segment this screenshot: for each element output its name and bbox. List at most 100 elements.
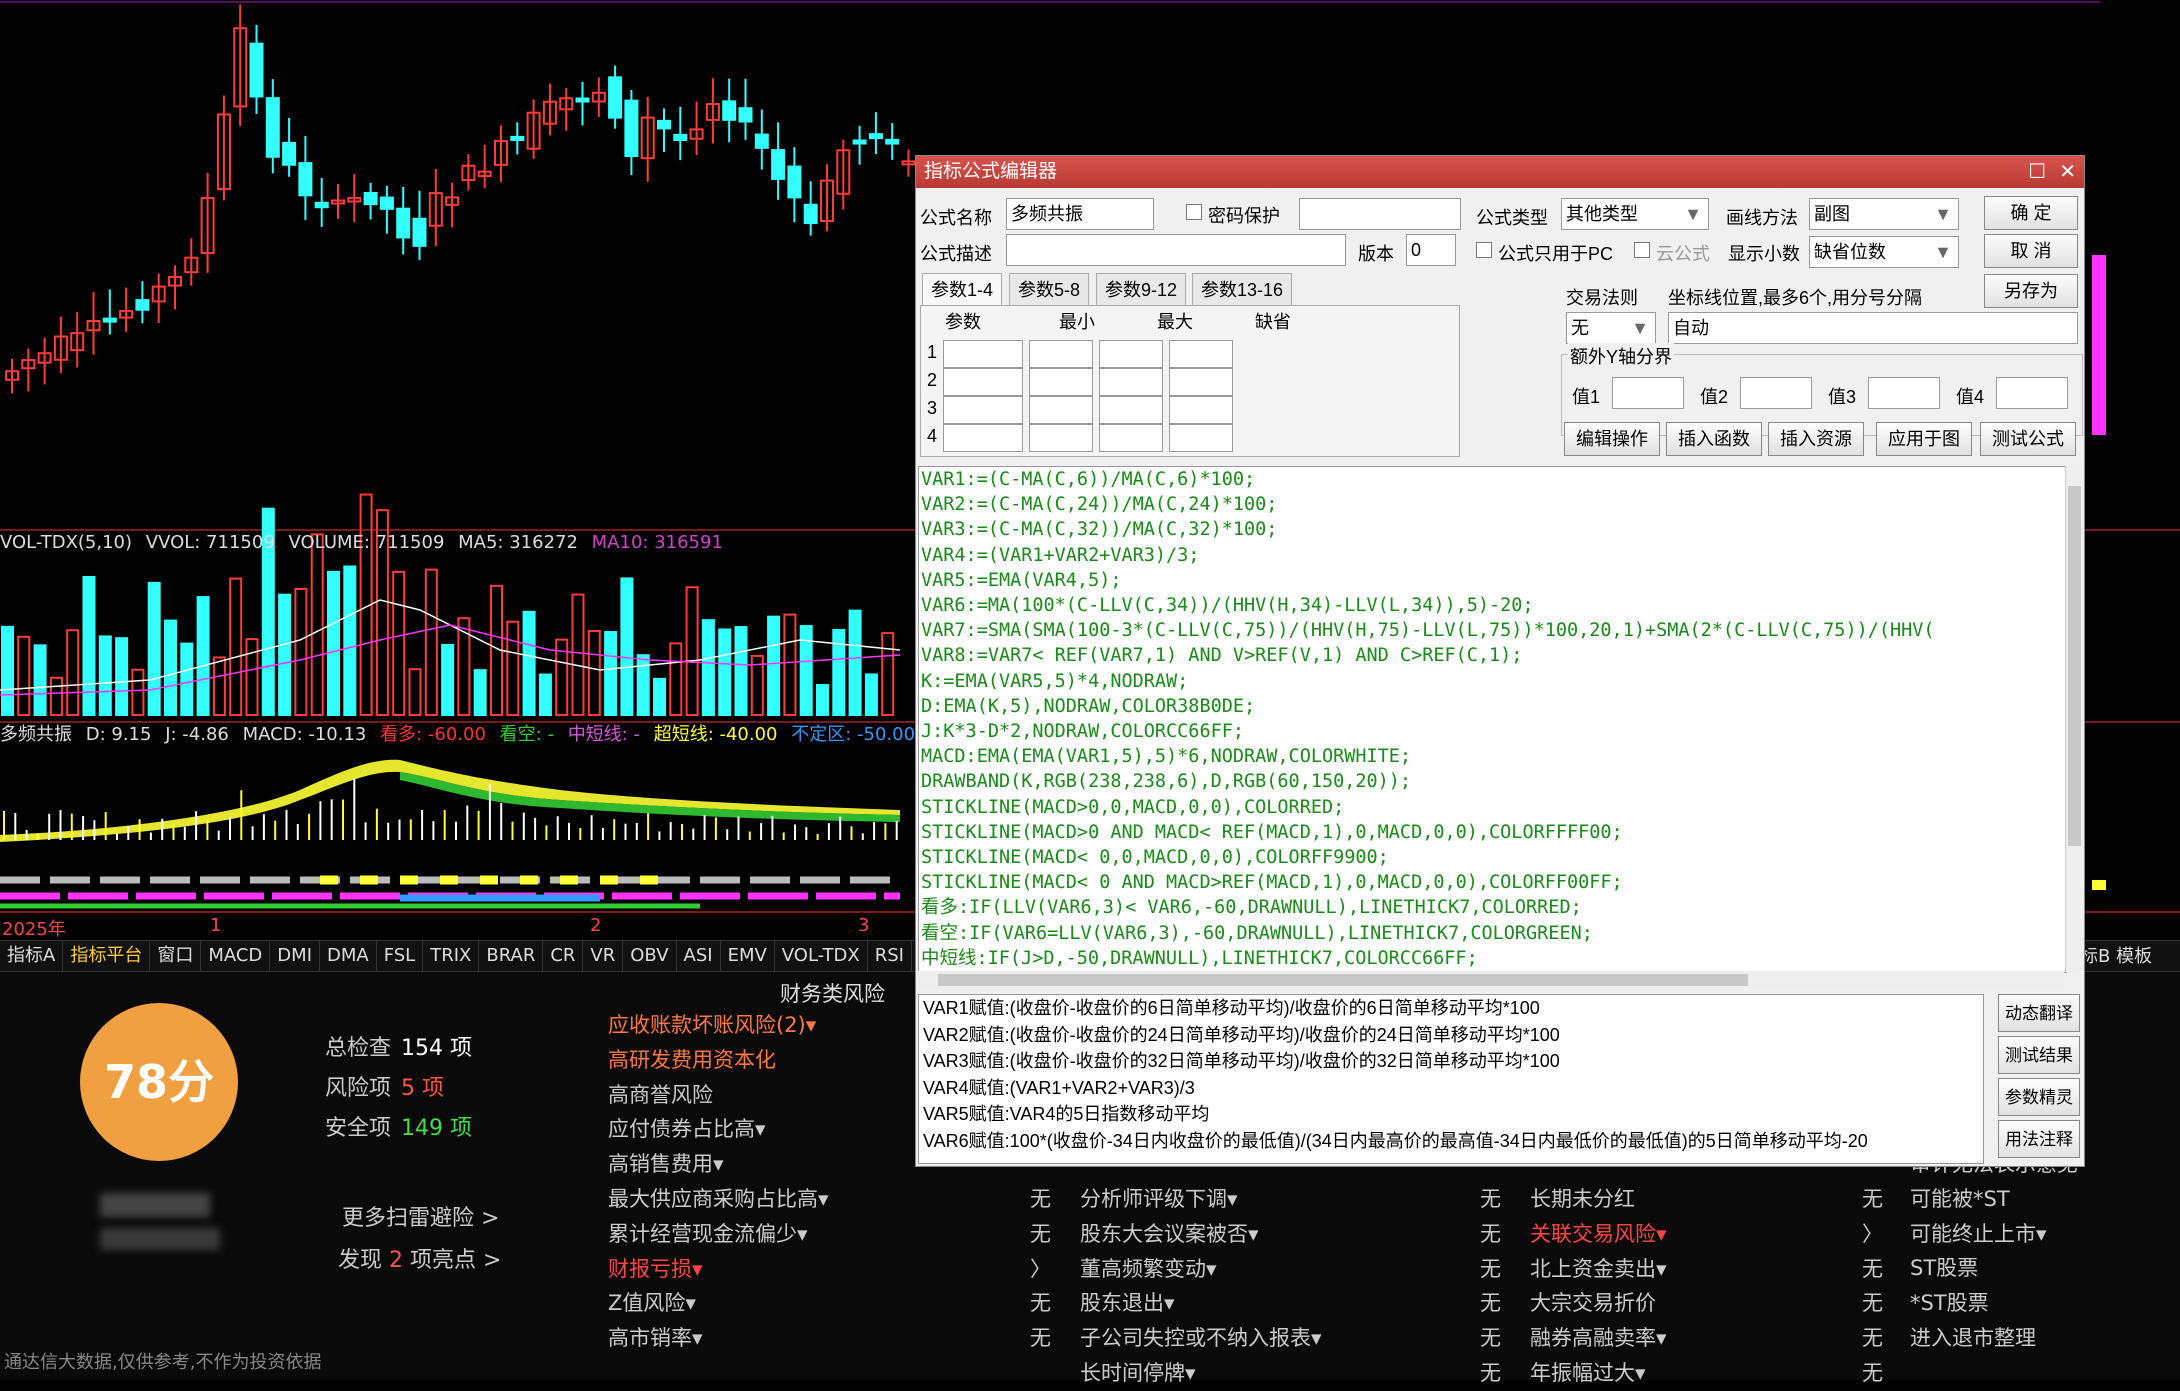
draw-method-select[interactable]: 副图 ▼ [1809, 198, 1959, 230]
col4-item[interactable]: *ST股票 [1910, 1286, 2078, 1321]
usage-notes-button[interactable]: 用法注释 [1998, 1120, 2080, 1158]
cancel-button[interactable]: 取 消 [1984, 234, 2078, 268]
dialog-titlebar[interactable]: 指标公式编辑器 ☐ ✕ [916, 156, 2084, 188]
tab-trix[interactable]: TRIX [423, 941, 480, 971]
maximize-icon[interactable]: ☐ [2028, 156, 2046, 188]
col2v-item[interactable]: 无 [1480, 1321, 1501, 1356]
col1-item[interactable]: 高市销率▾ [608, 1321, 829, 1356]
highlights-link[interactable]: 发现 2 项亮点 > [338, 1242, 501, 1274]
col1-item[interactable]: 应收账款坏账风险(2)▾ [608, 1008, 829, 1043]
col3v-item[interactable]: 〉 [1862, 1217, 1883, 1252]
param-cell[interactable] [1099, 424, 1163, 452]
param-cell[interactable] [1169, 368, 1233, 396]
col1-item[interactable]: 累计经营现金流偏少▾ [608, 1217, 829, 1252]
param-cell[interactable] [1099, 368, 1163, 396]
scrollbar-thumb[interactable] [938, 974, 1748, 986]
col4-item[interactable]: 进入退市整理 [1910, 1321, 2078, 1356]
col3v-item[interactable]: 无 [1862, 1321, 1883, 1356]
coord-line-input[interactable]: 自动 [1668, 312, 2078, 344]
col1-item[interactable]: 财报亏损▾ [608, 1252, 829, 1287]
tab-emv[interactable]: EMV [721, 941, 775, 971]
col1v-item[interactable]: 无 [1030, 1217, 1051, 1252]
formula-type-select[interactable]: 其他类型 ▼ [1561, 198, 1709, 230]
col2v-item[interactable]: 无 [1480, 1217, 1501, 1252]
col1-item[interactable]: 最大供应商采购占比高▾ [608, 1182, 829, 1217]
col2-item[interactable]: 董高频繁变动▾ [1080, 1252, 1322, 1287]
insert-function-button[interactable]: 插入函数 [1666, 422, 1762, 456]
col2v-item[interactable]: 无 [1480, 1286, 1501, 1321]
col1-item[interactable]: 高研发费用资本化 [608, 1043, 829, 1078]
apply-to-chart-button[interactable]: 应用于图 [1876, 422, 1972, 456]
param-cell[interactable] [1029, 368, 1093, 396]
col1-item[interactable]: 高商誉风险 [608, 1078, 829, 1113]
col3-item[interactable]: 长期未分红 [1530, 1182, 1667, 1217]
decimal-select[interactable]: 缺省位数 ▼ [1809, 236, 1959, 268]
param-cell[interactable] [943, 340, 1023, 368]
password-checkbox[interactable] [1186, 204, 1202, 220]
param-cell[interactable] [1029, 424, 1093, 452]
col3v-item[interactable]: 无 [1862, 1252, 1883, 1287]
col4-item[interactable]: ST股票 [1910, 1251, 2078, 1286]
code-horizontal-scrollbar[interactable] [918, 971, 2064, 989]
col3-item[interactable]: 关联交易风险▾ [1530, 1217, 1667, 1252]
test-formula-button[interactable]: 测试公式 [1980, 422, 2076, 456]
value1-input[interactable] [1612, 377, 1684, 409]
formula-desc-input[interactable] [1006, 234, 1346, 266]
col2v-item[interactable]: 无 [1480, 1252, 1501, 1287]
formula-code-editor[interactable]: VAR1:=(C-MA(C,6))/MA(C,6)*100; VAR2:=(C-M… [918, 466, 2066, 973]
col2v-item[interactable]: 无 [1480, 1356, 1501, 1391]
more-scan-link[interactable]: 更多扫雷避险 > [342, 1200, 499, 1232]
col4-item[interactable]: 可能被*ST [1910, 1182, 2078, 1217]
param-cell[interactable] [1099, 340, 1163, 368]
col2-item[interactable]: 股东大会议案被否▾ [1080, 1217, 1322, 1252]
col3-item[interactable]: 年振幅过大▾ [1530, 1356, 1667, 1391]
col1v-item[interactable]: 无 [1030, 1182, 1051, 1217]
tab-macd[interactable]: MACD [201, 941, 271, 971]
col2-item[interactable]: 股东退出▾ [1080, 1286, 1322, 1321]
col3v-item[interactable]: 无 [1862, 1356, 1883, 1391]
col3-item[interactable]: 融券高融卖率▾ [1530, 1321, 1667, 1356]
tab-dmi[interactable]: DMI [270, 941, 320, 971]
dynamic-translate-button[interactable]: 动态翻译 [1998, 994, 2080, 1032]
tab-asi[interactable]: ASI [677, 941, 721, 971]
col2-item[interactable]: 长时间停牌▾ [1080, 1356, 1322, 1391]
col1-item[interactable]: Z值风险▾ [608, 1286, 829, 1321]
tab-obv[interactable]: OBV [623, 941, 677, 971]
col4-item[interactable]: 可能终止上市▾ [1910, 1217, 2078, 1252]
col3-item[interactable]: 北上资金卖出▾ [1530, 1252, 1667, 1287]
tab-rsi[interactable]: RSI [868, 941, 912, 971]
tab-indicator-platform[interactable]: 指标平台 [63, 941, 151, 971]
tab-params-1-4[interactable]: 参数1-4 [922, 273, 1003, 306]
tab-fsl[interactable]: FSL [377, 941, 424, 971]
param-cell[interactable] [1099, 396, 1163, 424]
cloud-checkbox[interactable] [1634, 242, 1650, 258]
col3-item[interactable]: 大宗交易折价 [1530, 1286, 1667, 1321]
insert-resource-button[interactable]: 插入资源 [1768, 422, 1864, 456]
tab-vr[interactable]: VR [583, 941, 624, 971]
col1v-item[interactable]: 无 [1030, 1321, 1051, 1356]
edit-operation-button[interactable]: 编辑操作 [1564, 422, 1660, 456]
param-cell[interactable] [943, 368, 1023, 396]
param-cell[interactable] [1169, 340, 1233, 368]
col3v-item[interactable]: 无 [1862, 1286, 1883, 1321]
tab-vol-tdx[interactable]: VOL-TDX [775, 941, 868, 971]
formula-translation-box[interactable]: VAR1赋值:(收盘价-收盘价的6日简单移动平均)/收盘价的6日简单移动平均*1… [918, 994, 1984, 1164]
param-cell[interactable] [1169, 424, 1233, 452]
trade-rule-select[interactable]: 无 ▼ [1566, 312, 1656, 344]
col1v-item[interactable]: 无 [1030, 1286, 1051, 1321]
value3-input[interactable] [1868, 377, 1940, 409]
param-cell[interactable] [1169, 396, 1233, 424]
pc-only-checkbox[interactable] [1476, 242, 1492, 258]
tab-params-5-8[interactable]: 参数5-8 [1009, 273, 1090, 306]
col2v-item[interactable]: 无 [1480, 1182, 1501, 1217]
col3v-item[interactable]: 无 [1862, 1182, 1883, 1217]
tab-window[interactable]: 窗口 [150, 941, 202, 971]
test-result-button[interactable]: 测试结果 [1998, 1036, 2080, 1074]
col1-item[interactable]: 应付债券占比高▾ [608, 1112, 829, 1147]
tab-params-9-12[interactable]: 参数9-12 [1096, 273, 1187, 306]
close-icon[interactable]: ✕ [2059, 156, 2076, 188]
col1-item[interactable]: 高销售费用▾ [608, 1147, 829, 1182]
col2-item[interactable]: 子公司失控或不纳入报表▾ [1080, 1321, 1322, 1356]
tab-brar[interactable]: BRAR [479, 941, 544, 971]
scrollbar-thumb[interactable] [2068, 486, 2081, 846]
